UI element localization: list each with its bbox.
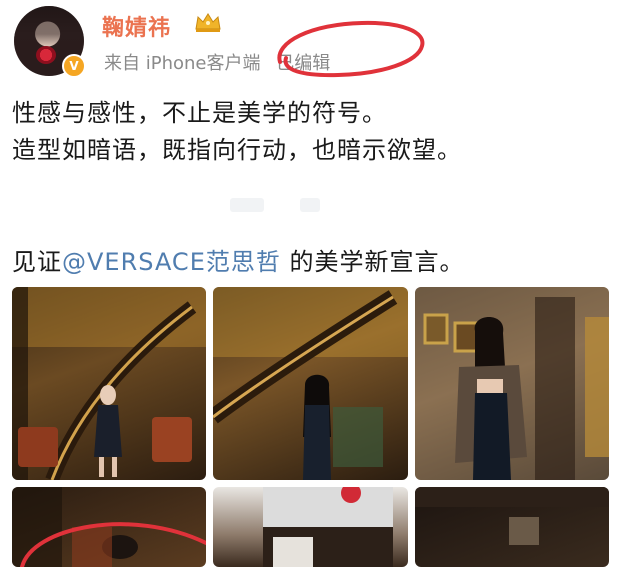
edited-label[interactable]: 已编辑 — [276, 53, 330, 74]
vip-crown-icon — [195, 13, 221, 32]
photo-6[interactable] — [415, 487, 609, 567]
source-prefix: 来自 — [104, 53, 140, 74]
post-meta: 来自 iPhone客户端 已编辑 — [104, 49, 330, 75]
avatar-flower — [36, 46, 56, 64]
witness-suffix: 的美学新宣言。 — [280, 248, 465, 276]
faint-placeholder — [300, 198, 320, 212]
photo-staircase-1[interactable] — [12, 287, 206, 480]
photo-staircase-2[interactable] — [213, 287, 408, 480]
witness-prefix: 见证 — [12, 248, 62, 276]
verified-v-icon: V — [62, 54, 86, 78]
photo-4[interactable] — [12, 487, 206, 567]
faint-placeholder — [230, 198, 264, 212]
post-line-2: 造型如暗语，既指向行动，也暗示欲望。 — [12, 136, 462, 164]
photo-hallway[interactable] — [415, 287, 609, 480]
username[interactable]: 鞠婧祎 — [102, 10, 171, 42]
post-line-3: 见证@VERSACE范思哲 的美学新宣言。 — [12, 242, 465, 277]
mention-link[interactable]: @VERSACE范思哲 — [62, 248, 281, 276]
photo-5[interactable] — [213, 487, 408, 567]
source-device[interactable]: iPhone客户端 — [146, 53, 261, 74]
post-line-1: 性感与感性，不止是美学的符号。 — [12, 99, 387, 127]
